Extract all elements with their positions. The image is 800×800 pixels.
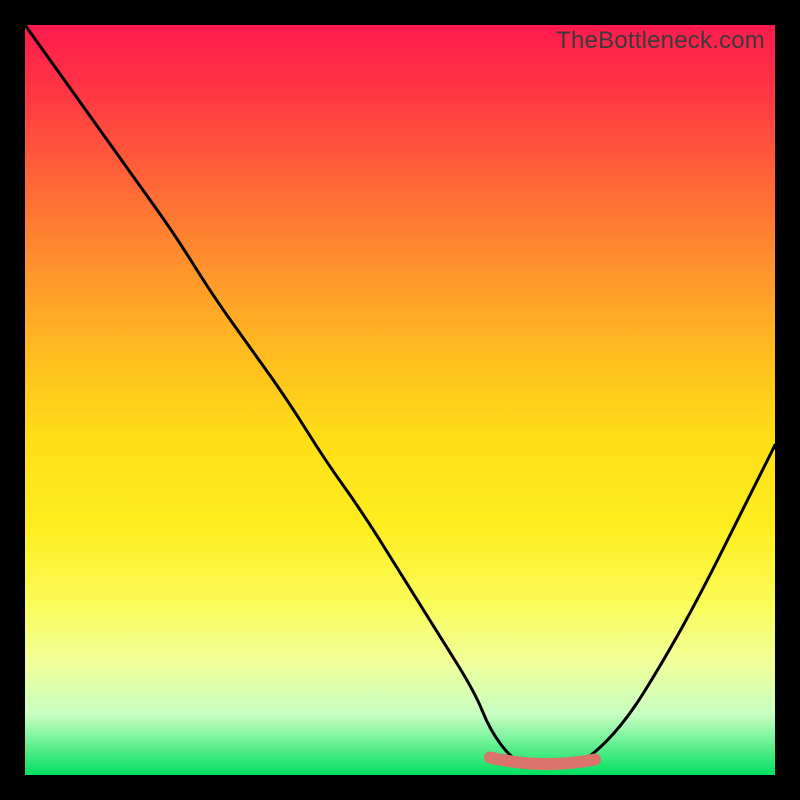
optimum-marker-path [490,758,595,765]
bottleneck-curve-path [25,25,775,768]
chart-plot-area: TheBottleneck.com [25,25,775,775]
chart-frame: TheBottleneck.com [0,0,800,800]
chart-svg [25,25,775,775]
